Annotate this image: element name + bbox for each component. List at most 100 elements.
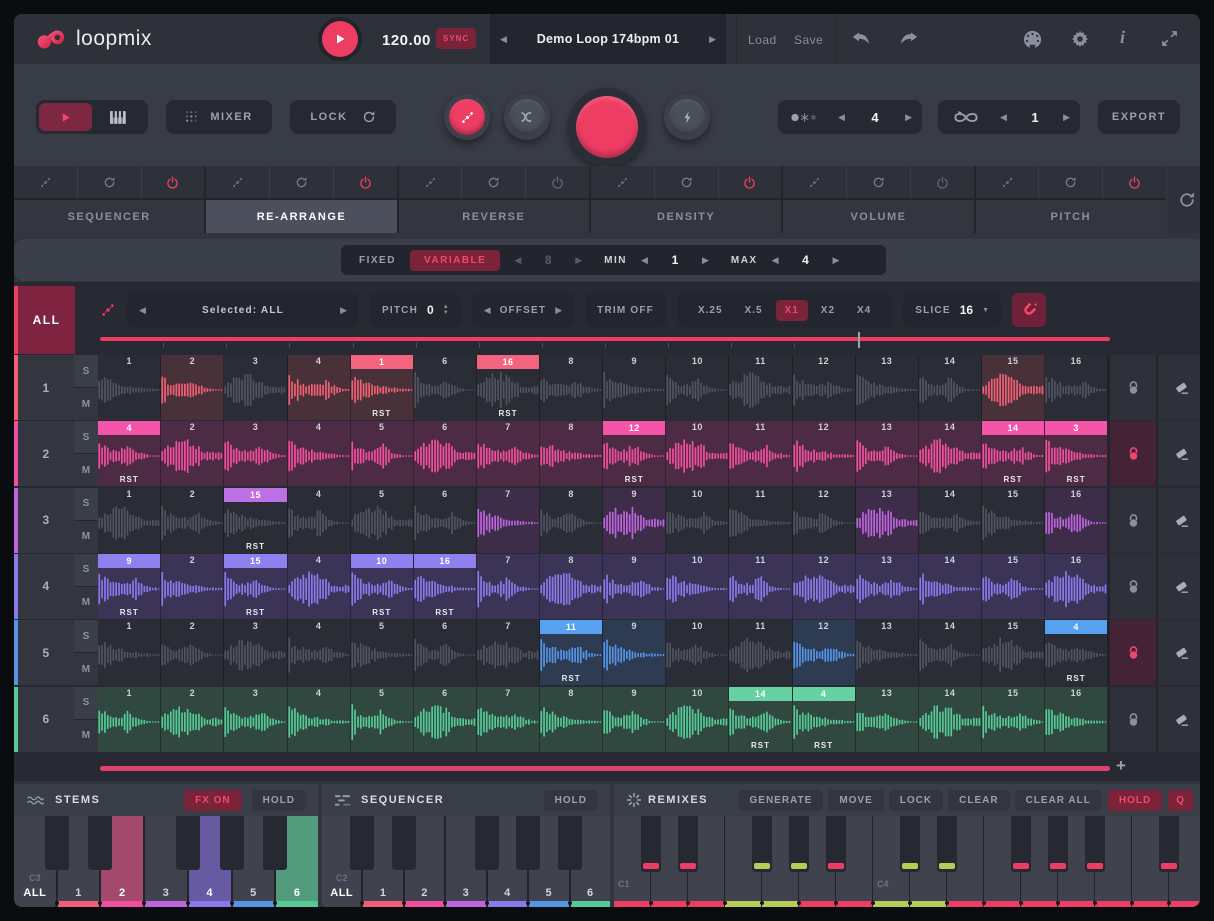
main-remix-button[interactable] [568,88,646,166]
slice-cell[interactable]: 5 [351,687,414,752]
slice-cell[interactable]: 7 [477,554,540,619]
multiplier-x-25[interactable]: X.25 [689,300,732,321]
solo-button[interactable]: S [74,620,98,653]
slice-cell[interactable]: 15 [982,620,1045,685]
mute-button[interactable]: M [74,587,98,619]
remix-clear-button[interactable]: CLEAR [948,790,1009,811]
tab-refresh-button[interactable] [1039,166,1103,198]
refresh-icon[interactable] [487,176,500,189]
dice-icon[interactable] [231,176,244,189]
slice-cell[interactable]: 16 [1045,687,1108,752]
solo-button[interactable]: S [74,687,98,720]
slice-cell[interactable]: 8 [540,421,603,486]
slice-cell[interactable]: 10 [666,488,729,553]
tab-power-button[interactable] [526,166,589,198]
solo-button[interactable]: S [74,355,98,388]
black-key[interactable] [475,816,499,870]
track-erase-button[interactable] [1156,355,1200,420]
power-icon[interactable] [936,176,949,189]
slice-cell[interactable]: 5 [351,488,414,553]
track-lock-button[interactable] [1108,488,1156,553]
info-icon[interactable]: i [1120,27,1125,48]
track-lock-button[interactable] [1108,620,1156,685]
remix-lock-button[interactable]: LOCK [889,790,943,811]
loop-next-arrow[interactable]: ▶ [1063,112,1070,123]
min-prev-arrow[interactable]: ◀ [641,255,648,266]
slice-cell[interactable]: 9 [603,687,666,752]
mute-button[interactable]: M [74,653,98,685]
selected-prev-arrow[interactable]: ◀ [139,305,146,316]
slice-cell[interactable]: 10 [666,687,729,752]
slice-cell[interactable]: 4 [288,488,351,553]
slice-cell[interactable]: 11 [729,620,792,685]
loop-prev-arrow[interactable]: ◀ [1000,112,1007,123]
black-key[interactable] [88,816,112,870]
tab-power-button[interactable] [719,166,782,198]
remix-move-button[interactable]: MOVE [828,790,883,811]
slice-cell[interactable]: 14 [919,687,982,752]
tab-dice-button[interactable] [591,166,655,198]
slice-cell[interactable]: 1 [98,620,161,685]
slice-cell[interactable]: 4 [288,421,351,486]
slice-cell[interactable]: 1RST [351,355,414,420]
remix-black-key[interactable] [641,816,661,872]
randomize-knob[interactable] [444,94,490,140]
transport-play-button[interactable] [322,21,358,57]
slice-cell[interactable]: 15 [982,488,1045,553]
slice-cell[interactable]: 11 [729,355,792,420]
refresh-icon[interactable] [295,176,308,189]
fixed-mode-button[interactable]: FIXED [359,255,396,266]
instant-knob[interactable] [664,94,710,140]
slice-cell[interactable]: 13 [856,488,919,553]
slice-cell[interactable]: 10RST [351,554,414,619]
piano-view-button[interactable] [92,103,145,131]
slice-cell[interactable]: 4 [288,355,351,420]
track-number[interactable]: 5 [14,620,74,685]
slice-cell[interactable]: 2 [161,421,224,486]
midi-icon[interactable] [1022,29,1043,50]
preset-name[interactable]: Demo Loop 174bpm 01 [537,32,680,46]
slice-cell[interactable]: 9 [603,620,666,685]
remix-q-button[interactable]: Q [1168,790,1193,811]
mixer-button[interactable]: MIXER [166,100,272,134]
slice-cell[interactable]: 16 [1045,554,1108,619]
slice-cell[interactable]: 12 [793,620,856,685]
slice-cell[interactable]: 1 [98,488,161,553]
track-number[interactable]: 4 [14,554,74,619]
power-icon[interactable] [359,176,372,189]
remix-black-key[interactable] [752,816,772,872]
multiplier-x-5[interactable]: X.5 [736,300,772,321]
variable-mode-button[interactable]: VARIABLE [410,250,500,271]
slice-cell[interactable]: 14RST [729,687,792,752]
tab-sequencer[interactable]: SEQUENCER [14,200,204,233]
slice-cell[interactable]: 6 [414,687,477,752]
tab-dice-button[interactable] [976,166,1040,198]
dice-icon[interactable] [1001,176,1014,189]
slice-cell[interactable]: 5 [351,620,414,685]
trim-button[interactable]: TRIM OFF [585,293,666,327]
slice-cell[interactable]: 16 [1045,488,1108,553]
slice-cell[interactable]: 1 [98,687,161,752]
slice-cell[interactable]: 8 [540,488,603,553]
track-number[interactable]: 1 [14,355,74,420]
remix-generate-button[interactable]: GENERATE [739,790,824,811]
loop-view-button[interactable] [39,103,92,131]
power-icon[interactable] [1128,176,1141,189]
slice-cell[interactable]: 15 [982,355,1045,420]
slice-cell[interactable]: 16RST [477,355,540,420]
tab-dice-button[interactable] [14,166,78,198]
slice-cell[interactable]: 2 [161,355,224,420]
slice-cell[interactable]: 7 [477,687,540,752]
slice-cell[interactable]: 4 [288,687,351,752]
tab-power-button[interactable] [334,166,397,198]
offset-prev-arrow[interactable]: ◀ [484,305,491,316]
max-prev-arrow[interactable]: ◀ [772,255,779,266]
slice-cell[interactable]: 11 [729,554,792,619]
slice-cell[interactable]: 14 [919,421,982,486]
loop-range-bar[interactable] [100,337,1110,341]
sync-button[interactable]: SYNC [436,28,476,49]
multiplier-x2[interactable]: X2 [812,300,844,321]
tab-dice-button[interactable] [206,166,270,198]
slice-cell[interactable]: 3 [224,421,287,486]
refresh-icon[interactable] [872,176,885,189]
